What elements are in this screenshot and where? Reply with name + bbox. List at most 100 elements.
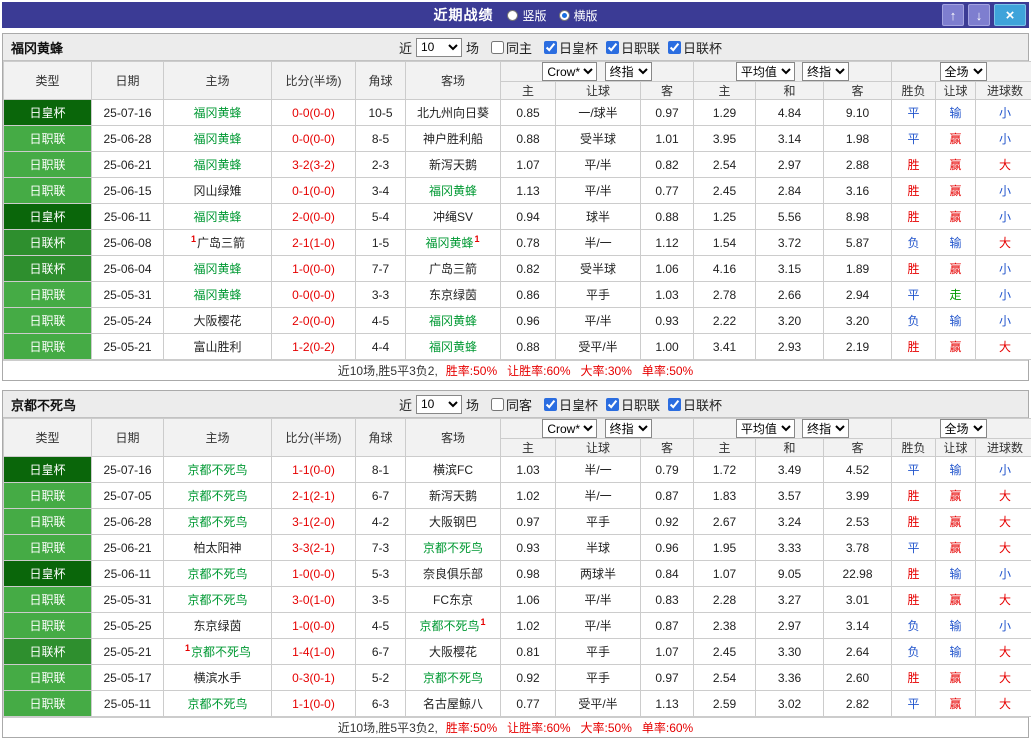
handicap-result-cell: 赢 bbox=[936, 126, 976, 152]
home-team: 京都不死鸟 bbox=[164, 691, 272, 717]
team-name: 京都不死鸟 bbox=[11, 395, 76, 414]
team-name-text: 横滨FC bbox=[433, 463, 473, 477]
team-name-text: 东京绿茵 bbox=[193, 619, 241, 633]
summary-row: 近10场,胜5平3负2, 胜率:50%让胜率:60%大率:30%单率:50% bbox=[3, 360, 1028, 380]
handicap-result-cell: 赢 bbox=[936, 535, 976, 561]
column-header-odds-handicap: 让球 bbox=[556, 82, 641, 100]
move-up-button[interactable]: ↑ bbox=[942, 4, 964, 26]
competition-checkbox[interactable] bbox=[668, 398, 681, 411]
same-venue-filter[interactable]: 同客 bbox=[491, 395, 532, 414]
recent-label: 近 bbox=[399, 395, 412, 414]
odds-time-select[interactable]: 终指 bbox=[605, 62, 652, 81]
average-source-select[interactable]: 平均值 bbox=[736, 62, 795, 81]
corners: 2-3 bbox=[356, 152, 406, 178]
average-time-select[interactable]: 终指 bbox=[802, 62, 849, 81]
competition-checkbox[interactable] bbox=[544, 41, 557, 54]
radio-icon[interactable] bbox=[559, 10, 570, 21]
competition-filter[interactable]: 日联杯 bbox=[668, 38, 722, 57]
team-name-text: 福冈黄蜂 bbox=[193, 262, 241, 276]
close-icon: × bbox=[1006, 7, 1015, 24]
avg-home: 1.25 bbox=[694, 204, 756, 230]
odds-handicap: 一/球半 bbox=[556, 100, 641, 126]
move-down-button[interactable]: ↓ bbox=[968, 4, 990, 26]
odds-home: 0.82 bbox=[501, 256, 556, 282]
average-source-select[interactable]: 平均值 bbox=[736, 419, 795, 438]
result-cell: 胜 bbox=[892, 152, 936, 178]
column-header-home: 主场 bbox=[164, 419, 272, 457]
summary-row: 近10场,胜5平3负2, 胜率:50%让胜率:60%大率:50%单率:60% bbox=[3, 717, 1028, 737]
odds-handicap: 半球 bbox=[556, 535, 641, 561]
summary-stat: 让胜率:60% bbox=[507, 362, 570, 379]
away-team: 冲绳SV bbox=[406, 204, 501, 230]
summary-stat: 单率:50% bbox=[642, 362, 693, 379]
odds-handicap: 受平/半 bbox=[556, 691, 641, 717]
result-cell: 负 bbox=[892, 308, 936, 334]
same-venue-filter[interactable]: 同主 bbox=[491, 38, 532, 57]
competition-checkbox[interactable] bbox=[544, 398, 557, 411]
same-venue-checkbox[interactable] bbox=[491, 41, 504, 54]
layout-option[interactable]: 竖版 bbox=[507, 7, 546, 24]
team-name-text: 京都不死鸟 bbox=[187, 463, 247, 477]
team-name-text: 神户胜利船 bbox=[423, 132, 483, 146]
team-badge: 1 bbox=[185, 643, 190, 653]
layout-radio-group: 竖版横版 bbox=[507, 7, 597, 24]
competition-cell: 日职联 bbox=[4, 613, 92, 639]
odds-source-select[interactable]: Crow* bbox=[542, 62, 597, 81]
home-team: 横滨水手 bbox=[164, 665, 272, 691]
same-venue-checkbox[interactable] bbox=[491, 398, 504, 411]
column-header-type: 类型 bbox=[4, 62, 92, 100]
handicap-result-cell: 赢 bbox=[936, 483, 976, 509]
column-header-odds-away: 客 bbox=[641, 82, 694, 100]
home-team: 东京绿茵 bbox=[164, 613, 272, 639]
avg-away: 3.14 bbox=[824, 613, 892, 639]
average-group-header: 平均值 终指 bbox=[694, 419, 892, 439]
competition-filter[interactable]: 日职联 bbox=[606, 38, 660, 57]
competition-filters: 日皇杯日职联 日联杯 bbox=[536, 395, 722, 414]
match-count-select[interactable]: 10 bbox=[416, 395, 462, 414]
competition-checkbox[interactable] bbox=[668, 41, 681, 54]
team-name-text: 福冈黄蜂 bbox=[193, 106, 241, 120]
scope-select[interactable]: 全场 bbox=[940, 419, 987, 438]
competition-checkbox[interactable] bbox=[606, 41, 619, 54]
avg-away: 2.53 bbox=[824, 509, 892, 535]
match-score: 0-1(0-0) bbox=[272, 178, 356, 204]
avg-draw: 3.72 bbox=[756, 230, 824, 256]
column-header-away: 客场 bbox=[406, 62, 501, 100]
team-name-text: 京都不死鸟 bbox=[187, 515, 247, 529]
match-count-select[interactable]: 10 bbox=[416, 38, 462, 57]
summary-stat: 大率:30% bbox=[581, 362, 632, 379]
team-name-text: 名古屋鲸八 bbox=[423, 697, 483, 711]
goals-result-cell: 小 bbox=[976, 204, 1031, 230]
average-time-select[interactable]: 终指 bbox=[802, 419, 849, 438]
avg-draw: 3.15 bbox=[756, 256, 824, 282]
result-cell: 胜 bbox=[892, 509, 936, 535]
recent-label: 近 bbox=[399, 38, 412, 57]
layout-option[interactable]: 横版 bbox=[559, 7, 598, 24]
result-cell: 平 bbox=[892, 126, 936, 152]
handicap-result-cell: 输 bbox=[936, 457, 976, 483]
close-button[interactable]: × bbox=[994, 4, 1026, 26]
odds-source-select[interactable]: Crow* bbox=[542, 419, 597, 438]
away-team: 横滨FC bbox=[406, 457, 501, 483]
corners: 4-2 bbox=[356, 509, 406, 535]
avg-home: 2.54 bbox=[694, 665, 756, 691]
odds-time-select[interactable]: 终指 bbox=[605, 419, 652, 438]
competition-filter-label: 日联杯 bbox=[683, 395, 722, 414]
column-header-avg-draw: 和 bbox=[756, 439, 824, 457]
competition-filter-label: 日皇杯 bbox=[559, 395, 598, 414]
competition-filter[interactable]: 日皇杯 bbox=[544, 38, 598, 57]
avg-home: 4.16 bbox=[694, 256, 756, 282]
radio-icon[interactable] bbox=[507, 10, 518, 21]
avg-draw: 2.66 bbox=[756, 282, 824, 308]
competition-filter[interactable]: 日职联 bbox=[606, 395, 660, 414]
odds-away: 0.97 bbox=[641, 100, 694, 126]
home-team: 冈山绿雉 bbox=[164, 178, 272, 204]
home-team: 京都不死鸟 bbox=[164, 483, 272, 509]
match-row: 日职联25-05-24大阪樱花2-0(0-0)4-5福冈黄蜂0.96平/半0.9… bbox=[4, 308, 1031, 334]
scope-select[interactable]: 全场 bbox=[940, 62, 987, 81]
competition-filter[interactable]: 日皇杯 bbox=[544, 395, 598, 414]
competition-checkbox[interactable] bbox=[606, 398, 619, 411]
avg-home: 2.67 bbox=[694, 509, 756, 535]
competition-filter[interactable]: 日联杯 bbox=[668, 395, 722, 414]
match-date: 25-05-25 bbox=[92, 613, 164, 639]
